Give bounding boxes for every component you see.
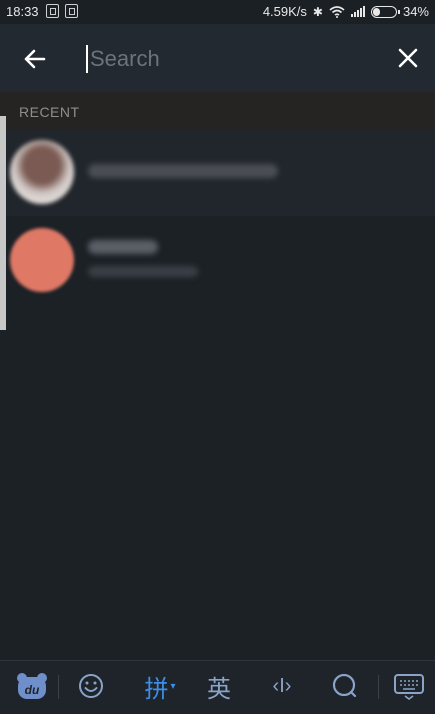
keyboard-logo-button[interactable]: du (14, 669, 50, 703)
battery-icon (370, 5, 400, 18)
emoji-button[interactable] (74, 669, 108, 703)
bluetooth-icon: ✱ (312, 4, 323, 19)
battery-percent: 34% (402, 4, 429, 19)
avatar (10, 140, 74, 204)
keyboard-icon (394, 674, 424, 700)
dropdown-caret-icon: ▾ (170, 680, 176, 692)
recent-item-name-blurred (88, 240, 158, 254)
recent-item[interactable] (6, 218, 435, 304)
close-icon (398, 48, 418, 68)
keyboard-toolbar: du 拼 ▾ 英 ‹I› (0, 660, 435, 714)
network-speed: 4.59K/s (262, 4, 307, 19)
back-button[interactable] (20, 44, 50, 74)
avatar (10, 228, 74, 292)
recent-item-name-blurred (88, 164, 278, 178)
signal-icon (350, 6, 365, 17)
clear-search-button[interactable] (394, 44, 422, 72)
english-label: 英 (207, 675, 231, 703)
text-cursor (86, 45, 88, 73)
cursor-move-button[interactable]: ‹I› (262, 669, 302, 703)
pinyin-label: 拼 (144, 675, 169, 703)
bear-logo-icon: du (17, 673, 47, 699)
recent-item-subtitle-blurred (88, 266, 198, 277)
wifi-icon (329, 5, 345, 18)
search-input[interactable] (90, 42, 360, 76)
emoji-icon (79, 674, 103, 698)
cursor-move-icon: ‹I› (272, 674, 292, 697)
svg-text:du: du (25, 683, 40, 697)
back-arrow-icon (24, 49, 46, 69)
notification-icon (46, 4, 59, 18)
search-icon (332, 673, 357, 698)
recent-section-header: RECENT (0, 92, 435, 132)
pinyin-input-button[interactable]: 拼 ▾ (138, 669, 182, 703)
english-input-button[interactable]: 英 (202, 669, 236, 703)
status-time: 18:33 (6, 4, 39, 19)
keyboard-search-button[interactable] (328, 669, 362, 703)
toolbar-divider (58, 675, 59, 699)
status-bar: 18:33 4.59K/s ✱ 34% (0, 0, 435, 24)
recent-list (0, 116, 435, 330)
app-notification-icon (65, 4, 78, 18)
recent-label: RECENT (19, 104, 80, 120)
search-header (0, 24, 435, 92)
toolbar-divider (378, 675, 379, 699)
hide-keyboard-button[interactable] (390, 669, 428, 703)
recent-item[interactable] (6, 130, 435, 216)
